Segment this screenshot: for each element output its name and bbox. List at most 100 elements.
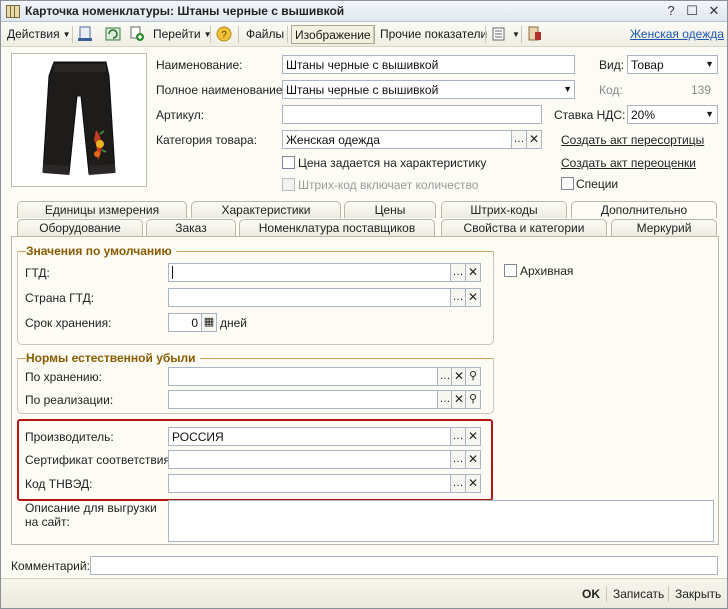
natural-loss-group-title: Нормы естественной убыли [26, 351, 200, 365]
calculator-icon[interactable]: ▦ [201, 313, 217, 332]
gtd-country-field[interactable] [168, 288, 451, 307]
toolbar: Действия ▼ Перейти ▼ ? Файлы Изображение П… [1, 22, 727, 47]
report-icon[interactable] [527, 26, 543, 42]
name-label: Наименование: [156, 58, 243, 72]
gtd-country-label: Страна ГТД: [25, 291, 95, 305]
close-icon[interactable]: ✕ [705, 3, 723, 19]
item-photo[interactable] [11, 53, 147, 187]
refresh-icon[interactable] [105, 26, 121, 42]
print-list-icon[interactable] [491, 26, 507, 42]
defaults-group-title: Значения по умолчанию [26, 244, 176, 258]
copy-add-icon[interactable] [129, 26, 145, 42]
full-name-label: Полное наименование: [156, 83, 286, 97]
gtd-clear-button[interactable]: ✕ [465, 263, 481, 282]
actions-label: Действия [7, 27, 60, 41]
navigate-label: Перейти [153, 27, 201, 41]
title-bar: Карточка номенклатуры: Штаны черные с вы… [1, 1, 727, 22]
article-label: Артикул: [156, 108, 205, 122]
comment-field[interactable] [90, 556, 718, 575]
image-button[interactable]: Изображение [291, 25, 375, 44]
loss-sale-label: По реализации: [25, 393, 114, 407]
svg-text:?: ? [221, 30, 227, 41]
actions-menu[interactable]: Действия ▼ [4, 25, 74, 44]
gtd-field[interactable] [168, 263, 451, 282]
price-by-characteristic-checkbox[interactable] [282, 156, 295, 169]
gtd-label: ГТД: [25, 266, 50, 280]
kind-select[interactable]: Товар ▼ [627, 55, 718, 74]
other-indicators-button[interactable]: Прочие показатели [377, 25, 490, 44]
shelf-life-value: 0 [191, 316, 198, 330]
ok-button[interactable]: OK [582, 587, 600, 601]
tab-additional[interactable]: Дополнительно [571, 201, 717, 218]
maximize-icon[interactable]: ☐ [683, 3, 701, 19]
create-revaluation-act-link[interactable]: Создать акт переоценки [561, 156, 696, 170]
barcode-quantity-label: Штрих-код включает количество [298, 178, 479, 192]
full-name-field[interactable]: Штаны черные с вышивкой ▼ [282, 80, 575, 99]
tab-supplier-items[interactable]: Номенклатура поставщиков [239, 219, 435, 236]
manufacturer-label: Производитель: [25, 430, 114, 444]
loss-storage-label: По хранению: [25, 370, 102, 384]
article-field[interactable] [282, 105, 542, 124]
spices-checkbox[interactable] [561, 177, 574, 190]
barcode-quantity-checkbox[interactable] [282, 178, 295, 191]
tab-units[interactable]: Единицы измерения [17, 201, 187, 218]
loss-storage-field[interactable] [168, 367, 438, 386]
certificate-label: Сертификат соответствия: [25, 453, 174, 467]
tnved-field[interactable] [168, 474, 451, 493]
tab-prices[interactable]: Цены [344, 201, 436, 218]
vat-select[interactable]: 20% ▼ [627, 105, 718, 124]
kind-label: Вид: [599, 58, 625, 72]
gtd-country-select-button[interactable]: … [450, 288, 466, 307]
chevron-down-icon[interactable]: ▼ [563, 84, 572, 94]
certificate-field[interactable] [168, 450, 451, 469]
tnved-clear-button[interactable]: ✕ [465, 474, 481, 493]
name-field[interactable]: Штаны черные с вышивкой [282, 55, 575, 74]
category-clear-button[interactable]: ✕ [526, 130, 542, 149]
category-label: Категория товара: [156, 133, 258, 147]
archive-label: Архивная [520, 264, 574, 278]
manufacturer-field[interactable]: РОССИЯ [168, 427, 451, 446]
tab-barcodes[interactable]: Штрих-коды [441, 201, 567, 218]
bottom-bar: OK Записать Закрыть [1, 578, 727, 608]
loss-sale-field[interactable] [168, 390, 438, 409]
save-button[interactable]: Записать [613, 587, 664, 601]
certificate-select-button[interactable]: … [450, 450, 466, 469]
navigate-menu[interactable]: Перейти ▼ [150, 25, 214, 44]
tab-properties[interactable]: Свойства и категории [441, 219, 607, 236]
tab-characteristics[interactable]: Характеристики [191, 201, 341, 218]
comment-label: Комментарий: [11, 559, 90, 573]
category-select-button[interactable]: … [511, 130, 527, 149]
category-link[interactable]: Женская одежда [627, 25, 727, 44]
manufacturer-value: РОССИЯ [172, 430, 224, 444]
pants-image [42, 61, 116, 175]
gtd-select-button[interactable]: … [450, 263, 466, 282]
vat-label: Ставка НДС: [554, 108, 626, 122]
chevron-down-icon: ▼ [62, 30, 71, 39]
files-button[interactable]: Файлы [243, 25, 287, 44]
shelf-life-field[interactable]: 0 [168, 313, 202, 332]
gtd-country-clear-button[interactable]: ✕ [465, 288, 481, 307]
category-field[interactable]: Женская одежда [282, 130, 512, 149]
close-button[interactable]: Закрыть [675, 587, 721, 601]
create-regrade-act-link[interactable]: Создать акт пересортицы [561, 133, 704, 147]
help-circle-icon[interactable]: ? [216, 26, 232, 42]
site-description-field[interactable] [168, 500, 714, 542]
manufacturer-select-button[interactable]: … [450, 427, 466, 446]
post-icon[interactable] [77, 26, 93, 42]
full-name-value: Штаны черные с вышивкой [286, 83, 439, 97]
help-icon[interactable]: ? [662, 3, 680, 19]
chevron-down-icon[interactable]: ▼ [705, 59, 714, 69]
tnved-select-button[interactable]: … [450, 474, 466, 493]
site-description-label: Описание для выгрузки на сайт: [25, 501, 157, 529]
manufacturer-clear-button[interactable]: ✕ [465, 427, 481, 446]
archive-checkbox[interactable] [504, 264, 517, 277]
tab-order[interactable]: Заказ [146, 219, 236, 236]
search-icon[interactable]: ⚲ [465, 390, 481, 409]
tab-mercury[interactable]: Меркурий [611, 219, 717, 236]
certificate-clear-button[interactable]: ✕ [465, 450, 481, 469]
name-value: Штаны черные с вышивкой [286, 58, 439, 72]
search-icon[interactable]: ⚲ [465, 367, 481, 386]
chevron-down-icon[interactable]: ▼ [705, 109, 714, 119]
tab-equipment[interactable]: Оборудование [17, 219, 143, 236]
category-value: Женская одежда [286, 133, 380, 147]
